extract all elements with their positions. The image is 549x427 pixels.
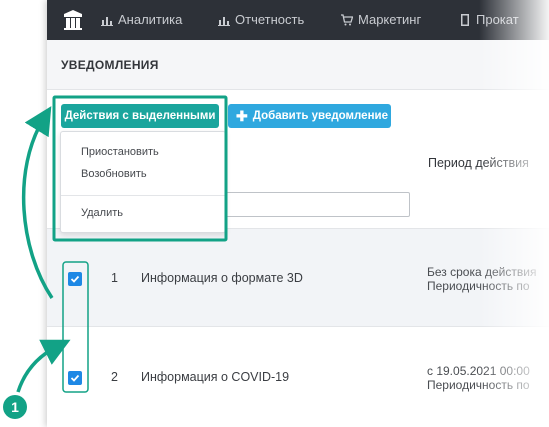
bulk-actions-menu: Приостановить Возобновить Удалить [60, 131, 226, 233]
bar-chart-icon [101, 16, 113, 26]
row-period-line2: Периодичность по [427, 279, 530, 293]
step-badge: 1 [3, 395, 27, 419]
top-nav: Аналитика Отчетность Маркетинг Прокат [47, 0, 549, 40]
row-checkbox[interactable] [68, 371, 82, 385]
nav-item-marketing[interactable]: Маркетинг [341, 12, 421, 27]
cart-icon [341, 13, 353, 25]
film-icon [461, 13, 469, 26]
add-notification-label: Добавить уведомление [252, 110, 388, 122]
row-period-line2: Периодичность по [427, 378, 530, 392]
bulk-actions-button[interactable]: Действия с выделенными [61, 104, 219, 128]
menu-item-pause[interactable]: Приостановить [81, 146, 159, 158]
nav-item-label: Маркетинг [358, 12, 422, 27]
nav-item-label: Отчетность [235, 12, 305, 27]
row-title[interactable]: Информация о COVID-19 [141, 370, 289, 384]
title-filter-input[interactable] [197, 192, 410, 217]
table-row[interactable]: 1 Информация о формате 3D Без срока дейс… [47, 228, 549, 326]
logo-icon [64, 10, 82, 30]
menu-divider [61, 195, 225, 196]
check-icon [70, 275, 80, 283]
nav-item-rental[interactable]: Прокат [459, 12, 519, 27]
row-number: 2 [111, 370, 118, 384]
check-icon [70, 374, 80, 382]
row-period-line1: Без срока действия [427, 265, 537, 279]
nav-item-analytics[interactable]: Аналитика [101, 12, 182, 27]
nav-item-label: Прокат [476, 12, 519, 27]
nav-item-reports[interactable]: Отчетность [218, 12, 304, 27]
row-number: 1 [111, 271, 118, 285]
bulk-actions-label: Действия с выделенными [64, 110, 216, 122]
step-number: 1 [11, 399, 19, 415]
table-row[interactable]: 2 Информация о COVID-19 с 19.05.2021 00:… [47, 326, 549, 427]
row-checkbox[interactable] [68, 272, 82, 286]
bar-chart-icon [218, 16, 230, 26]
row-title[interactable]: Информация о формате 3D [141, 271, 303, 285]
row-period-line1: с 19.05.2021 00:00 [427, 364, 530, 378]
app-window: Аналитика Отчетность Маркетинг Прокат УВ… [47, 0, 549, 427]
plus-icon: ✚ [236, 108, 248, 124]
add-notification-button[interactable]: ✚ Добавить уведомление [228, 104, 391, 128]
menu-item-resume[interactable]: Возобновить [81, 168, 147, 180]
nav-item-label: Аналитика [118, 12, 183, 27]
page-header: УВЕДОМЛЕНИЯ [47, 40, 549, 90]
menu-item-delete[interactable]: Удалить [81, 207, 123, 219]
column-header-period: Период действия [428, 156, 529, 170]
page-title: УВЕДОМЛЕНИЯ [61, 58, 159, 72]
